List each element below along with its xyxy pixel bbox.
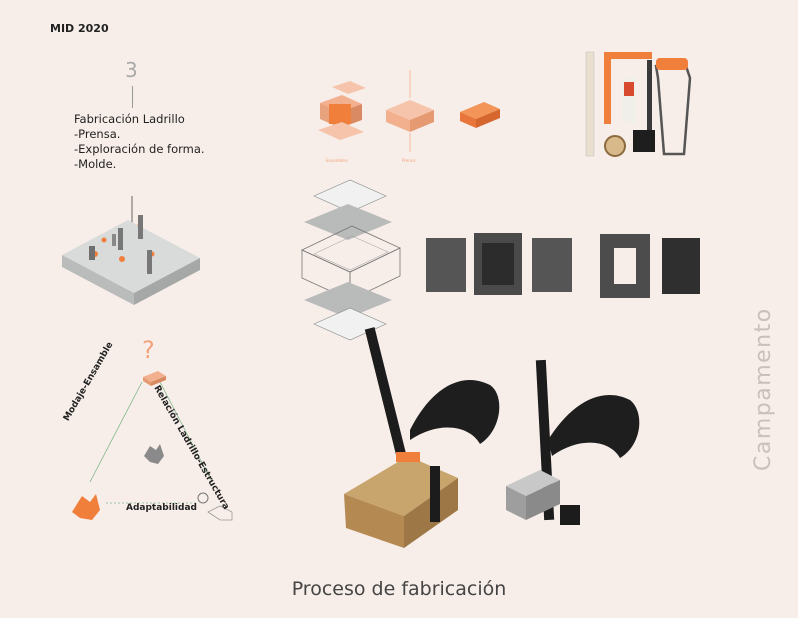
bottom-title: Proceso de fabricación — [291, 578, 507, 600]
press-mold-illustration — [506, 359, 640, 525]
question-mark-icon: ? — [142, 336, 155, 364]
triangle-label-bottom: Adaptabilidad — [126, 503, 197, 513]
platform-illustration — [62, 196, 200, 305]
brick-label-press: Prensa — [402, 158, 416, 163]
mold-pieces-illustration — [426, 233, 700, 298]
brick-assembly-illustration — [318, 70, 500, 152]
tools-illustration — [585, 51, 692, 157]
side-title: Campamento — [751, 307, 776, 471]
press-box-illustration — [344, 327, 500, 548]
exploded-mold-illustration — [301, 179, 401, 341]
brick-label-assembly: Ensambles — [326, 158, 348, 163]
triangle-diagram — [72, 371, 233, 521]
illustrations-canvas — [62, 51, 700, 548]
